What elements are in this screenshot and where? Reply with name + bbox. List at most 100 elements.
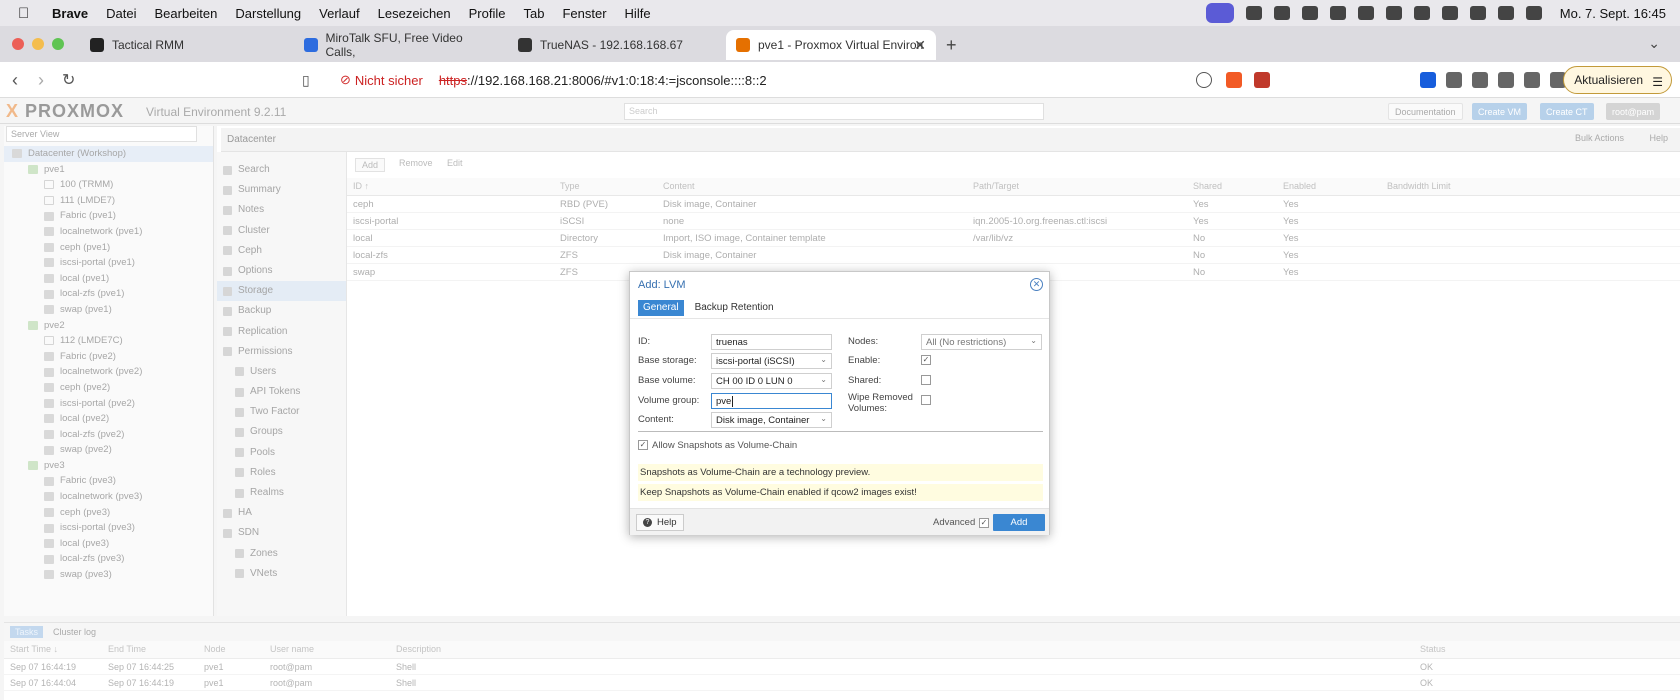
menu-lesezeichen[interactable]: Lesezeichen (378, 6, 451, 21)
zoom-out-icon[interactable] (1196, 72, 1212, 88)
documentation-button[interactable]: Documentation (1388, 103, 1463, 120)
remove-storage-button[interactable]: Remove (399, 158, 433, 168)
menu-item-summary[interactable]: Summary (217, 180, 346, 200)
bulk-actions-button[interactable]: Bulk Actions (1575, 133, 1624, 143)
menu-profile[interactable]: Profile (469, 6, 506, 21)
wipe-removed-checkbox[interactable] (921, 395, 931, 405)
not-secure-label[interactable]: Nicht sicher (355, 73, 423, 88)
tree-node[interactable]: localnetwork (pve3) (4, 489, 213, 505)
menu-item-api-tokens[interactable]: API Tokens (217, 382, 346, 402)
column-header[interactable]: Content (663, 181, 695, 191)
url-bar[interactable]: ⊘ Nicht sicher https ://192.168.168.21:8… (328, 67, 1260, 93)
minimize-window-button[interactable] (32, 38, 44, 50)
new-tab-plus-icon[interactable]: + (946, 35, 957, 56)
close-window-button[interactable] (12, 38, 24, 50)
menu-datei[interactable]: Datei (106, 6, 136, 21)
menu-fenster[interactable]: Fenster (562, 6, 606, 21)
tree-node[interactable]: localnetwork (pve2) (4, 364, 213, 380)
update-button[interactable]: Aktualisieren ☰ (1563, 66, 1672, 94)
task-column-header[interactable]: Description (396, 644, 441, 654)
add-storage-button[interactable]: Add (355, 158, 386, 172)
menu-item-zones[interactable]: Zones (217, 544, 346, 564)
tree-node[interactable]: 111 (LMDE7) (4, 193, 213, 209)
table-row[interactable]: iscsi-portal iSCSI none iqn.2005-10.org.fre… (347, 213, 1680, 230)
help-button[interactable]: Help (1649, 133, 1668, 143)
zoom-window-button[interactable] (52, 38, 64, 50)
allow-snapshots-checkbox[interactable]: ✓ (638, 440, 648, 450)
apple-icon[interactable]:  (18, 5, 34, 22)
menu-item-search[interactable]: Search (217, 160, 346, 180)
menu-item-permissions[interactable]: Permissions (217, 342, 346, 362)
menu-bearbeiten[interactable]: Bearbeiten (155, 6, 218, 21)
column-header[interactable]: Type (560, 181, 580, 191)
menu-item-pools[interactable]: Pools (217, 443, 346, 463)
tree-node[interactable]: local-zfs (pve2) (4, 427, 213, 443)
info-icon[interactable] (1329, 6, 1346, 20)
dialog-help-button[interactable]: ? Help (636, 514, 684, 531)
tree-node[interactable]: iscsi-portal (pve1) (4, 255, 213, 271)
tree-node[interactable]: local-zfs (pve3) (4, 551, 213, 567)
menu-item-two-factor[interactable]: Two Factor (217, 402, 346, 422)
tree-node[interactable]: 112 (LMDE7C) (4, 333, 213, 349)
menu-item-options[interactable]: Options (217, 261, 346, 281)
volume-group-field[interactable]: pve (711, 393, 832, 409)
menu-darstellung[interactable]: Darstellung (235, 6, 301, 21)
tab-list-chevron-icon[interactable]: ⌄ (1648, 35, 1660, 52)
bitwarden-icon[interactable] (1420, 72, 1436, 88)
tree-node[interactable]: iscsi-portal (pve3) (4, 520, 213, 536)
menubar-clock[interactable]: Mo. 7. Sept. 16:45 (1560, 6, 1666, 21)
create-vm-button[interactable]: Create VM (1472, 103, 1528, 120)
tab-tasks[interactable]: Tasks (10, 626, 44, 638)
shared-checkbox[interactable] (921, 375, 931, 385)
tree-node[interactable]: Fabric (pve1) (4, 208, 213, 224)
tree-node[interactable]: pve1 (4, 162, 213, 178)
brave-shields-icon[interactable] (1226, 72, 1242, 88)
tree-node[interactable]: ceph (pve1) (4, 240, 213, 256)
brave-rewards-icon[interactable] (1254, 72, 1270, 88)
tree-node[interactable]: local (pve3) (4, 536, 213, 552)
tree-node[interactable]: local-zfs (pve1) (4, 286, 213, 302)
server-view-select[interactable]: Server View (6, 126, 197, 142)
task-column-header[interactable]: User name (270, 644, 314, 654)
menu-item-vnets[interactable]: VNets (217, 564, 346, 584)
binoculars-icon[interactable] (1357, 6, 1374, 20)
tree-node[interactable]: Datacenter (Workshop) (4, 146, 213, 162)
create-ct-button[interactable]: Create CT (1540, 103, 1594, 120)
time-machine-icon[interactable] (1413, 6, 1430, 20)
task-column-header[interactable]: Status (1420, 644, 1446, 654)
task-row[interactable]: Sep 07 16:44:04 Sep 07 16:44:19 pve1 root@p… (4, 675, 1680, 691)
app-status-icon[interactable] (1273, 6, 1290, 20)
pen-icon[interactable] (1301, 6, 1318, 20)
tree-node[interactable]: local (pve1) (4, 271, 213, 287)
tree-node[interactable]: localnetwork (pve1) (4, 224, 213, 240)
tab-proxmox[interactable]: pve1 - Proxmox Virtual Environ ✕ (726, 30, 936, 60)
creative-cloud-icon[interactable] (1245, 6, 1262, 20)
tab-tactical-rmm[interactable]: Tactical RMM (80, 30, 276, 60)
sidebar-icon[interactable] (1472, 72, 1488, 88)
back-arrow-icon[interactable]: ‹ (12, 70, 18, 91)
menu-brave[interactable]: Brave (52, 6, 88, 21)
leo-ai-icon[interactable] (1524, 72, 1540, 88)
base-volume-select[interactable]: CH 00 ID 0 LUN 0 ⌄ (711, 373, 832, 389)
enable-checkbox[interactable]: ✓ (921, 355, 931, 365)
search-icon[interactable] (1469, 6, 1486, 20)
column-header[interactable]: Path/Target (973, 181, 1019, 191)
tree-node[interactable]: iscsi-portal (pve2) (4, 396, 213, 412)
user-menu-button[interactable]: root@pam (1606, 103, 1661, 120)
menu-tab[interactable]: Tab (524, 6, 545, 21)
tree-node[interactable]: Fabric (pve3) (4, 473, 213, 489)
screen-share-icon[interactable] (1205, 3, 1234, 23)
menu-item-realms[interactable]: Realms (217, 483, 346, 503)
menu-item-backup[interactable]: Backup (217, 301, 346, 321)
tree-node[interactable]: pve2 (4, 318, 213, 334)
column-header[interactable]: Bandwidth Limit (1387, 181, 1451, 191)
d-app-icon[interactable] (1385, 6, 1402, 20)
tab-mirotalk[interactable]: MiroTalk SFU, Free Video Calls, (294, 30, 490, 60)
task-column-header[interactable]: Node (204, 644, 226, 654)
column-header[interactable]: ID ↑ (353, 181, 369, 191)
tree-node[interactable]: swap (pve1) (4, 302, 213, 318)
content-select[interactable]: Disk image, Container ⌄ (711, 412, 832, 428)
column-header[interactable]: Shared (1193, 181, 1222, 191)
tree-node[interactable]: ceph (pve2) (4, 380, 213, 396)
wifi-icon[interactable] (1497, 6, 1514, 20)
